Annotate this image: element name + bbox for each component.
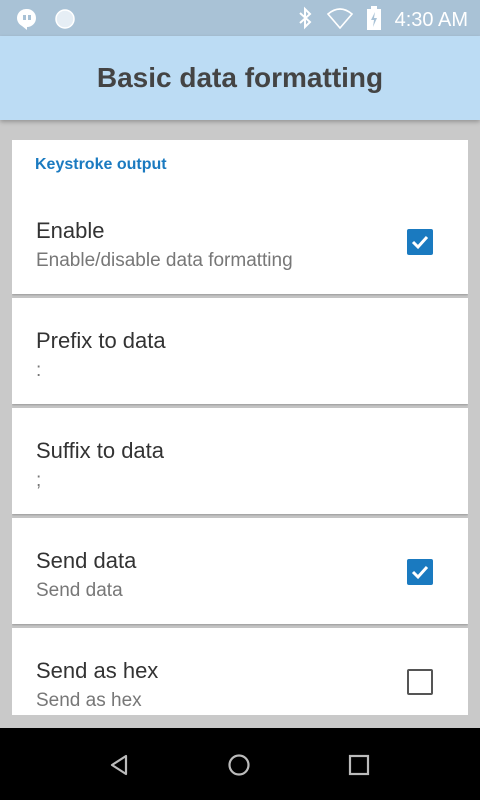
pref-summary: Send data [36,580,123,601]
wifi-icon [326,7,353,34]
pref-suffix-to-data[interactable]: Suffix to data ; [12,408,468,514]
send-as-hex-checkbox[interactable] [407,669,433,695]
navigation-bar [0,728,480,800]
status-time: 4:30 AM [394,9,468,31]
settings-list[interactable]: Keystroke output Enable Enable/disable d… [12,140,468,715]
hangouts-icon [16,8,38,35]
pref-title: Suffix to data [36,438,165,463]
enable-checkbox[interactable] [407,229,433,255]
pref-summary: Send as hex [36,690,142,711]
app-bar: Basic data formatting [0,36,480,120]
pref-send-as-hex[interactable]: Send as hex Send as hex [12,628,468,715]
keystroke-output-section: Keystroke output Enable Enable/disable d… [12,140,468,294]
back-icon[interactable] [107,752,133,778]
home-icon[interactable] [226,752,252,778]
pref-summary: : [36,360,42,381]
circle-notification-icon [54,8,76,35]
status-bar: 4:30 AM [0,0,480,36]
recents-icon[interactable] [346,752,372,778]
pref-title: Send as hex [36,658,159,683]
pref-send-data[interactable]: Send data Send data [12,518,468,624]
bluetooth-icon [297,6,313,35]
pref-title: Send data [36,548,137,573]
pref-title: Enable [36,218,105,243]
pref-prefix-to-data[interactable]: Prefix to data : [12,298,468,404]
pref-summary: Enable/disable data formatting [36,250,293,271]
pref-enable[interactable]: Enable Enable/disable data formatting [12,188,468,294]
section-header: Keystroke output [35,156,167,173]
battery-charging-icon [366,6,381,35]
pref-summary: ; [36,470,42,491]
page-title: Basic data formatting [96,62,384,93]
send-data-checkbox[interactable] [407,559,433,585]
pref-title: Prefix to data [36,328,166,353]
